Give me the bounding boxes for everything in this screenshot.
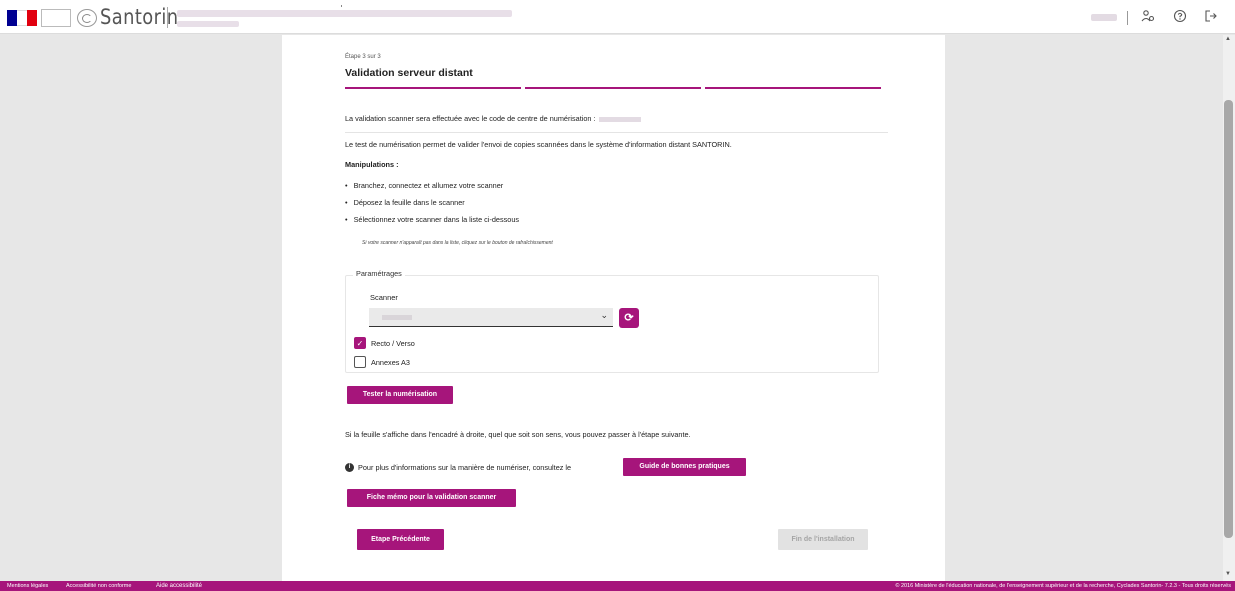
legal-link[interactable]: Mentions légales <box>7 581 48 591</box>
validation-text: La validation scanner sera effectuée ave… <box>345 114 596 123</box>
redacted-center-code <box>598 116 641 122</box>
step-progress-1 <box>345 87 521 89</box>
redacted-user-name <box>1091 14 1117 21</box>
footer: Mentions légales Accessibilité non confo… <box>0 581 1235 591</box>
previous-step-button[interactable]: Etape Précédente <box>357 529 444 550</box>
page-title: Validation serveur distant <box>345 67 473 79</box>
annexes-a3-checkbox[interactable] <box>354 356 366 368</box>
recto-verso-checkbox[interactable]: ✓ <box>354 337 366 349</box>
refresh-icon: ⟳ <box>624 312 634 324</box>
manipulations-heading: Manipulations : <box>345 160 399 169</box>
step-progress-2 <box>525 87 701 89</box>
chevron-down-icon: ⌄ <box>600 310 608 320</box>
list-item: Déposez la feuille dans le scanner <box>345 198 465 207</box>
refresh-note: Si votre scanner n'apparaît pas dans la … <box>362 240 553 246</box>
header-divider-right <box>1127 11 1128 25</box>
scroll-up-arrow-icon[interactable]: ▲ <box>1225 36 1231 42</box>
header-dot <box>341 5 342 7</box>
list-item: Sélectionnez votre scanner dans la liste… <box>345 215 519 224</box>
scrollbar-thumb[interactable] <box>1224 100 1233 538</box>
scanner-label: Scanner <box>370 293 398 302</box>
scanner-select[interactable]: ⌄ <box>369 308 613 327</box>
test-intro-text: Le test de numérisation permet de valide… <box>345 140 732 149</box>
validation-code-line: La validation scanner sera effectuée ave… <box>345 114 641 123</box>
recto-verso-label: Recto / Verso <box>371 339 415 348</box>
finish-install-button[interactable]: Fin de l'installation <box>778 529 868 550</box>
test-scan-button[interactable]: Tester la numérisation <box>347 386 453 404</box>
list-item: Branchez, connectez et allumez votre sca… <box>345 181 504 190</box>
redacted-scanner-name <box>382 315 412 320</box>
info-text: Pour plus d'informations sur la manière … <box>358 463 572 472</box>
users-icon[interactable] <box>1140 9 1156 25</box>
scroll-down-arrow-icon[interactable]: ▼ <box>1225 571 1231 577</box>
header-divider <box>167 7 168 28</box>
ministry-logo <box>41 9 71 27</box>
settings-legend: Paramétrages <box>353 269 405 278</box>
logout-icon[interactable] <box>1203 9 1219 25</box>
annexes-a3-label: Annexes A3 <box>371 358 410 367</box>
santorin-logo-icon <box>77 9 97 27</box>
info-icon: i <box>345 463 354 472</box>
redacted-session-subtitle <box>177 21 239 27</box>
wizard-panel: Étape 3 sur 3 Validation serveur distant… <box>282 35 945 581</box>
divider <box>345 132 888 133</box>
top-header: Santorin <box>0 0 1235 34</box>
step-indicator: Étape 3 sur 3 <box>345 54 381 60</box>
french-flag-logo <box>7 10 37 26</box>
accessibility-link[interactable]: Accessibilité non conforme <box>66 581 131 591</box>
refresh-button[interactable]: ⟳ <box>619 308 639 328</box>
step-progress-3 <box>705 87 881 89</box>
copyright-text: © 2016 Ministère de l'éducation national… <box>895 583 1231 589</box>
fiche-memo-button[interactable]: Fiche mémo pour la validation scanner <box>347 489 516 507</box>
guide-button[interactable]: Guide de bonnes pratiques <box>623 458 746 476</box>
help-icon[interactable] <box>1172 9 1188 25</box>
accessibility-help-link[interactable]: Aide accessibilité <box>156 581 202 591</box>
result-text: Si la feuille s'affiche dans l'encadré à… <box>345 430 691 439</box>
redacted-session-title <box>177 10 512 17</box>
